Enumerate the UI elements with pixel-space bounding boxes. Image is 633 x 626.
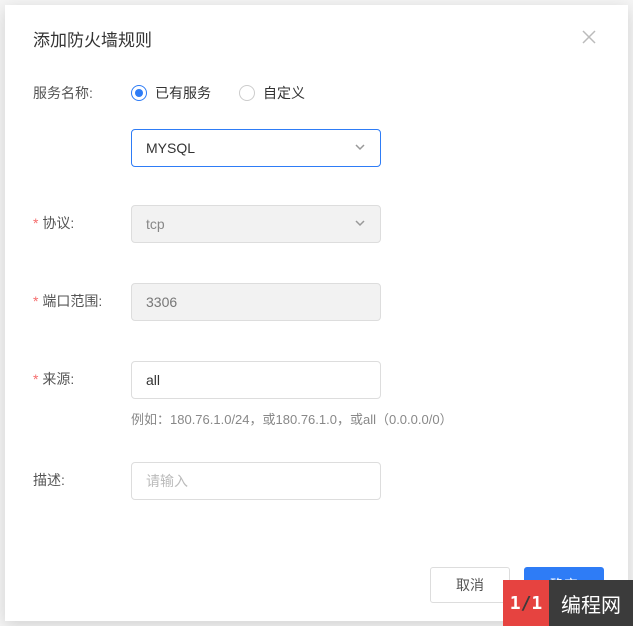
row-port-range: 端口范围: xyxy=(33,283,600,321)
row-protocol: 协议: tcp xyxy=(33,205,600,243)
radio-existing-service[interactable]: 已有服务 xyxy=(131,83,211,103)
label-description: 描述: xyxy=(33,462,131,490)
label-protocol: 协议: xyxy=(33,205,131,233)
protocol-select-wrapper: tcp xyxy=(131,205,381,243)
add-firewall-rule-modal: 添加防火墙规则 服务名称: 已有服务 自定义 MYSQL xyxy=(5,5,628,621)
cancel-button[interactable]: 取消 xyxy=(430,567,510,603)
label-spacer xyxy=(33,129,131,137)
modal-title: 添加防火墙规则 xyxy=(33,26,152,51)
desc-input-wrapper xyxy=(131,462,381,500)
modal-body: 服务名称: 已有服务 自定义 MYSQL xyxy=(5,65,628,553)
brand-logo-icon: 1/1 xyxy=(503,580,549,626)
radio-existing-label: 已有服务 xyxy=(155,83,211,103)
radio-checked-icon xyxy=(131,85,147,101)
label-source: 来源: xyxy=(33,361,131,389)
radio-group-service: 已有服务 自定义 xyxy=(131,75,305,103)
source-input-wrapper: 例如：180.76.1.0/24，或180.76.1.0，或all（0.0.0.… xyxy=(131,361,600,428)
brand-watermark: 1/1 编程网 xyxy=(503,580,633,626)
radio-unchecked-icon xyxy=(239,85,255,101)
row-service-select: MYSQL xyxy=(33,129,600,167)
chevron-down-icon xyxy=(354,140,366,156)
radio-custom-service[interactable]: 自定义 xyxy=(239,83,305,103)
description-input[interactable] xyxy=(131,462,381,500)
brand-text: 编程网 xyxy=(549,580,633,626)
label-service-name: 服务名称: xyxy=(33,75,131,103)
row-source: 来源: 例如：180.76.1.0/24，或180.76.1.0，或all（0.… xyxy=(33,361,600,428)
radio-custom-label: 自定义 xyxy=(263,83,305,103)
port-input-wrapper xyxy=(131,283,381,321)
source-hint: 例如：180.76.1.0/24，或180.76.1.0，或all（0.0.0.… xyxy=(131,409,600,428)
service-select[interactable]: MYSQL xyxy=(131,129,381,167)
chevron-down-icon xyxy=(354,216,366,232)
source-input[interactable] xyxy=(131,361,381,399)
row-service-name: 服务名称: 已有服务 自定义 xyxy=(33,75,600,103)
service-select-value: MYSQL xyxy=(146,140,195,156)
port-range-input xyxy=(131,283,381,321)
modal-header: 添加防火墙规则 xyxy=(5,5,628,65)
row-description: 描述: xyxy=(33,462,600,500)
service-select-wrapper: MYSQL xyxy=(131,129,381,167)
protocol-value: tcp xyxy=(146,216,165,232)
protocol-select: tcp xyxy=(131,205,381,243)
close-icon[interactable] xyxy=(578,25,600,51)
label-port-range: 端口范围: xyxy=(33,283,131,311)
